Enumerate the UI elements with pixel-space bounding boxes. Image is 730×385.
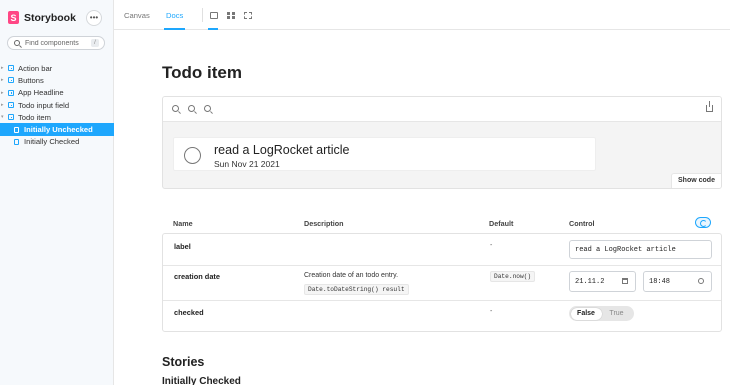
component-icon [8, 114, 14, 121]
preview-toolbar [163, 97, 721, 122]
component-tree: ▸ Action bar ▸ Buttons ▸ App Headline ▸ … [0, 62, 114, 148]
toolbar-divider [202, 8, 203, 22]
date-value: 21.11.2 [575, 277, 605, 286]
component-icon [8, 77, 14, 84]
component-icon [8, 65, 14, 72]
sidebar-item-buttons[interactable]: ▸ Buttons [0, 74, 114, 86]
arg-name-checked: checked [174, 308, 204, 317]
bookmark-icon [14, 138, 19, 145]
column-header-default: Default [489, 219, 514, 228]
image-icon[interactable] [210, 12, 218, 19]
tab-canvas[interactable]: Canvas [122, 0, 152, 30]
search-box[interactable]: / [7, 36, 105, 50]
chevron-down-icon: ▾ [1, 114, 4, 121]
column-header-name: Name [173, 219, 193, 228]
top-toolbar: Canvas Docs [114, 0, 730, 30]
clock-icon [698, 278, 704, 284]
sidebar-item-initially-checked[interactable]: Initially Checked [0, 136, 114, 148]
component-icon [8, 89, 14, 96]
sidebar-item-label: Initially Unchecked [24, 125, 93, 135]
sidebar-item-label: App Headline [18, 88, 64, 98]
sidebar-item-label: Action bar [18, 63, 53, 73]
sidebar-item-todo-item[interactable]: ▾ Todo item [0, 111, 114, 123]
tab-docs[interactable]: Docs [164, 0, 186, 30]
search-shortcut-key: / [91, 39, 99, 47]
component-icon [8, 102, 14, 109]
more-menu-button[interactable]: ••• [86, 10, 102, 26]
column-header-control: Control [569, 219, 595, 228]
sidebar-item-label: Buttons [18, 75, 44, 85]
page-title: Todo item [162, 63, 242, 82]
toggle-false-option[interactable]: False [570, 307, 602, 320]
chevron-right-icon: ▸ [1, 77, 4, 84]
chevron-right-icon: ▸ [1, 65, 4, 72]
zoom-reset-icon[interactable] [204, 105, 211, 112]
toggle-true-option[interactable]: True [601, 308, 632, 320]
zoom-in-icon[interactable] [172, 105, 179, 112]
date-control-input[interactable]: 21.11.2 [569, 271, 636, 292]
search-icon [14, 40, 20, 46]
time-control-input[interactable]: 18:48 [643, 271, 712, 292]
bookmark-icon [14, 126, 19, 133]
show-code-button[interactable]: Show code [671, 173, 721, 188]
todo-checkbox[interactable] [184, 147, 201, 164]
sidebar-item-initially-unchecked[interactable]: Initially Unchecked [0, 123, 114, 136]
tool-active-indicator [208, 28, 218, 30]
app-name: Storybook [24, 11, 76, 24]
grid-icon[interactable] [227, 12, 235, 19]
story-subheading: Initially Checked [162, 376, 241, 385]
todo-date: Sun Nov 21 2021 [214, 159, 280, 169]
sidebar-item-label: Todo item [18, 112, 51, 122]
sidebar-item-action-bar[interactable]: ▸ Action bar [0, 62, 114, 74]
storybook-logo-icon: S [8, 11, 19, 24]
time-value: 18:48 [649, 277, 671, 286]
todo-label: read a LogRocket article [214, 143, 350, 157]
sidebar: S Storybook ••• / ▸ Action bar ▸ Buttons… [0, 0, 114, 385]
story-preview: read a LogRocket article Sun Nov 21 2021… [162, 96, 722, 189]
todo-item-card: read a LogRocket article Sun Nov 21 2021 [173, 137, 596, 171]
sidebar-item-label: Todo input field [18, 100, 70, 110]
search-input[interactable] [25, 39, 90, 47]
arg-name-creation-date: creation date [174, 272, 221, 281]
arg-description-code: Date.toDateString() result [304, 284, 409, 295]
arg-default-checked: - [490, 308, 493, 315]
chevron-right-icon: ▸ [1, 89, 4, 96]
arg-default-creation-date: Date.now() [490, 271, 536, 282]
stories-heading: Stories [162, 355, 205, 369]
row-divider [163, 300, 721, 301]
share-icon[interactable] [706, 101, 713, 112]
arg-default-label: - [490, 242, 493, 249]
checked-toggle[interactable]: False True [569, 306, 634, 321]
row-divider [163, 265, 721, 266]
args-table: label - read a LogRocket article creatio… [162, 233, 722, 332]
arg-description-creation-date: Creation date of an todo entry. [304, 272, 399, 279]
sidebar-item-todo-input-field[interactable]: ▸ Todo input field [0, 99, 114, 111]
sidebar-item-label: Initially Checked [24, 137, 80, 147]
calendar-icon [622, 278, 628, 284]
brand[interactable]: S Storybook [8, 11, 76, 24]
arg-name-label: label [174, 242, 191, 251]
outline-icon[interactable] [244, 12, 252, 19]
zoom-out-icon[interactable] [188, 105, 195, 112]
sidebar-item-app-headline[interactable]: ▸ App Headline [0, 87, 114, 99]
label-control-input[interactable]: read a LogRocket article [569, 240, 712, 259]
column-header-description: Description [304, 219, 344, 228]
chevron-right-icon: ▸ [1, 102, 4, 109]
reset-controls-button[interactable] [695, 217, 711, 228]
